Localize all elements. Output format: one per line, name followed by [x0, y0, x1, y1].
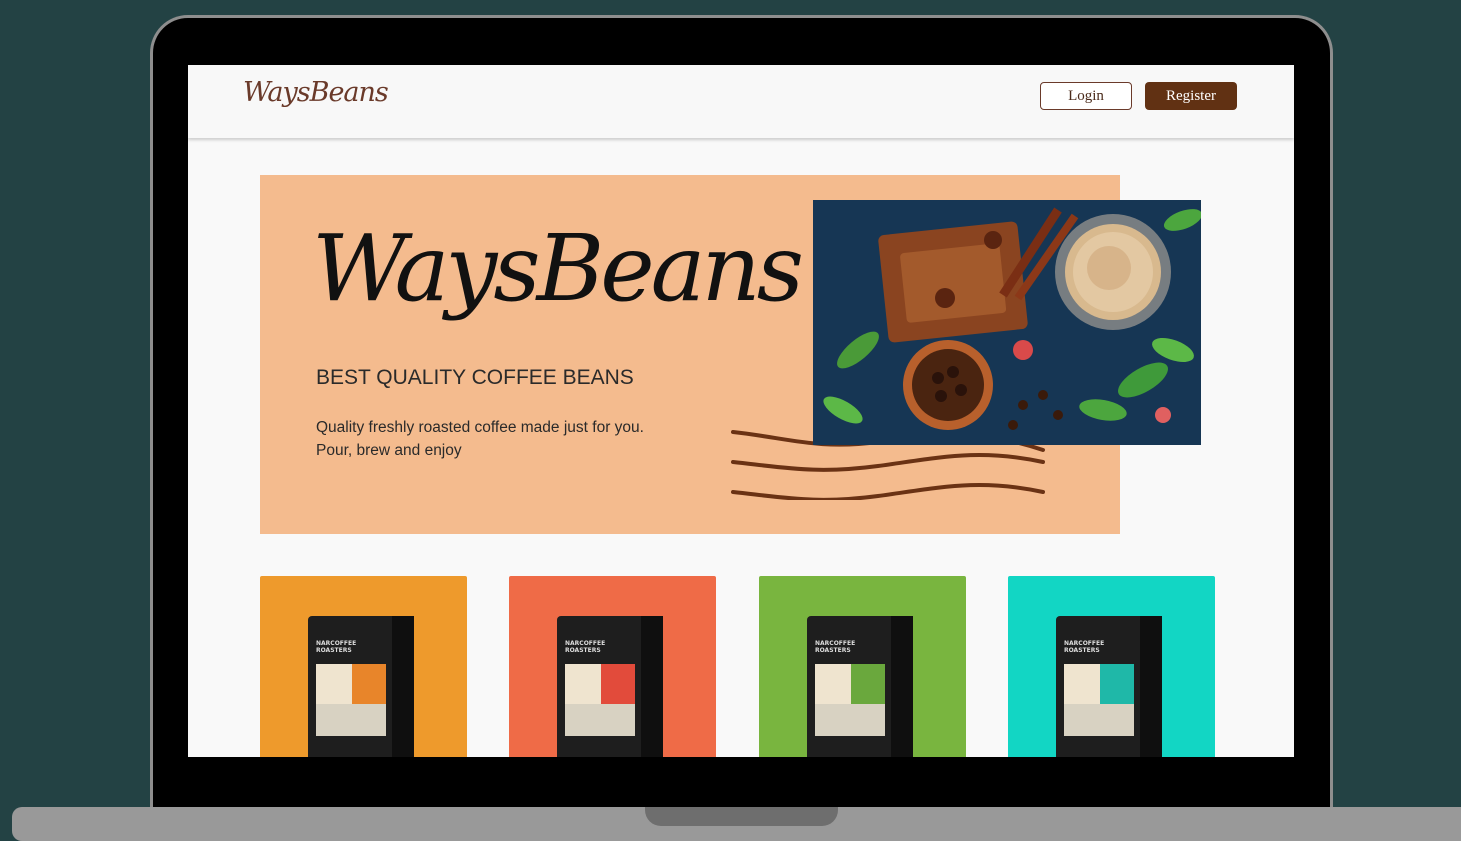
- hero-tagline: BEST QUALITY COFFEE BEANS: [316, 366, 634, 389]
- coffee-bag-image: NARCOFFEE ROASTERS: [807, 616, 913, 757]
- browser-screen: WaysBeans Login Register WaysBeans BEST …: [188, 65, 1294, 757]
- laptop-notch: [645, 807, 838, 826]
- product-card[interactable]: NARCOFFEE ROASTERS: [260, 576, 467, 757]
- login-button[interactable]: Login: [1040, 82, 1132, 110]
- product-card[interactable]: NARCOFFEE ROASTERS: [759, 576, 966, 757]
- hero-description: Quality freshly roasted coffee made just…: [316, 416, 644, 462]
- coffee-bag-image: NARCOFFEE ROASTERS: [557, 616, 663, 757]
- hero-description-line: Pour, brew and enjoy: [316, 442, 462, 459]
- hero-coffee-image: [813, 200, 1201, 445]
- hero-description-line: Quality freshly roasted coffee made just…: [316, 419, 644, 436]
- navbar: WaysBeans Login Register: [188, 65, 1294, 138]
- product-card[interactable]: NARCOFFEE ROASTERS: [1008, 576, 1215, 757]
- coffee-bag-image: NARCOFFEE ROASTERS: [308, 616, 414, 757]
- brand-logo[interactable]: WaysBeans: [243, 77, 389, 108]
- coffee-bag-image: NARCOFFEE ROASTERS: [1056, 616, 1162, 757]
- product-card[interactable]: NARCOFFEE ROASTERS: [509, 576, 716, 757]
- hero-logo: WaysBeans: [312, 215, 804, 322]
- register-button[interactable]: Register: [1145, 82, 1237, 110]
